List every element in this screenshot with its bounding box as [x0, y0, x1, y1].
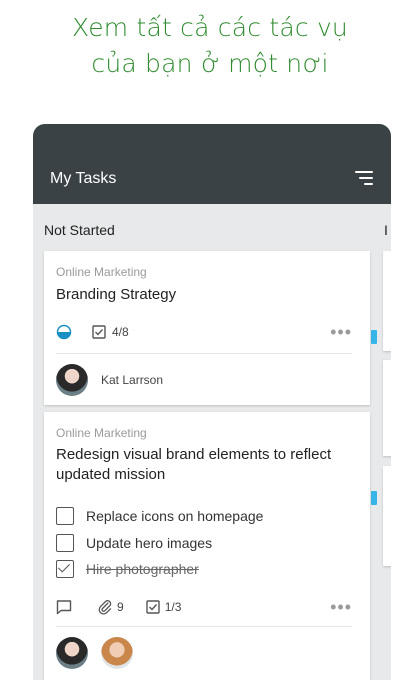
checklist-count: 1/3 [164, 600, 182, 614]
task-meta: 4/8 [56, 324, 129, 340]
checklist-icon [145, 600, 160, 614]
task-title: Redesign visual brand elements to reflec… [56, 446, 332, 483]
app-screen: My Tasks Not Started I Online Marketing … [33, 124, 391, 680]
next-column-accent [371, 330, 377, 344]
column-header-not-started[interactable]: Not Started [44, 222, 115, 238]
comment-icon [56, 600, 72, 615]
next-column-card[interactable] [383, 360, 391, 456]
checklist-icon [92, 325, 106, 339]
checkbox[interactable] [56, 507, 74, 525]
checkbox[interactable] [56, 534, 74, 552]
bucket-label: Online Marketing [56, 265, 147, 279]
sort-icon[interactable] [353, 170, 373, 186]
attachment-count: 9 [117, 600, 124, 614]
next-column-card[interactable] [383, 251, 391, 351]
attachment-icon [98, 600, 112, 615]
checklist-item-label: Hire photographer [86, 561, 199, 577]
checkbox-checked[interactable] [56, 560, 74, 578]
avatar[interactable] [101, 637, 133, 669]
checklist-item[interactable]: Hire photographer [56, 560, 199, 578]
task-meta: 9 1/3 [56, 599, 181, 615]
more-options-icon[interactable]: ••• [330, 598, 352, 616]
checklist-item[interactable]: Replace icons on homepage [56, 507, 263, 525]
bucket-label: Online Marketing [56, 426, 147, 440]
task-card[interactable]: Online Marketing Branding Strategy 4/8 •… [44, 251, 370, 405]
next-column-accent [371, 491, 377, 505]
divider [56, 353, 352, 354]
progress-half-icon [56, 324, 72, 340]
checklist-item-label: Update hero images [86, 535, 213, 551]
more-options-icon[interactable]: ••• [330, 323, 352, 341]
checklist-item-label: Replace icons on homepage [86, 508, 264, 524]
app-bar: My Tasks [33, 124, 391, 204]
page-title: My Tasks [50, 170, 117, 187]
promo-line-2: của bạn ở một nơi [91, 49, 329, 78]
avatar[interactable] [56, 364, 88, 396]
task-card[interactable]: Online Marketing Redesign visual brand e… [44, 412, 370, 680]
checklist-count: 4/8 [112, 325, 129, 339]
column-header-next[interactable]: I [384, 222, 388, 238]
next-column-card[interactable] [383, 466, 391, 566]
promo-headline: Xem tất cả các tác vụ của bạn ở một nơi [0, 10, 420, 82]
promo-line-1: Xem tất cả các tác vụ [72, 13, 348, 42]
assignee-name: Kat Larrson [101, 373, 164, 387]
task-title: Branding Strategy [56, 286, 177, 303]
divider [56, 626, 352, 627]
checklist-item[interactable]: Update hero images [56, 534, 212, 552]
avatar[interactable] [56, 637, 88, 669]
